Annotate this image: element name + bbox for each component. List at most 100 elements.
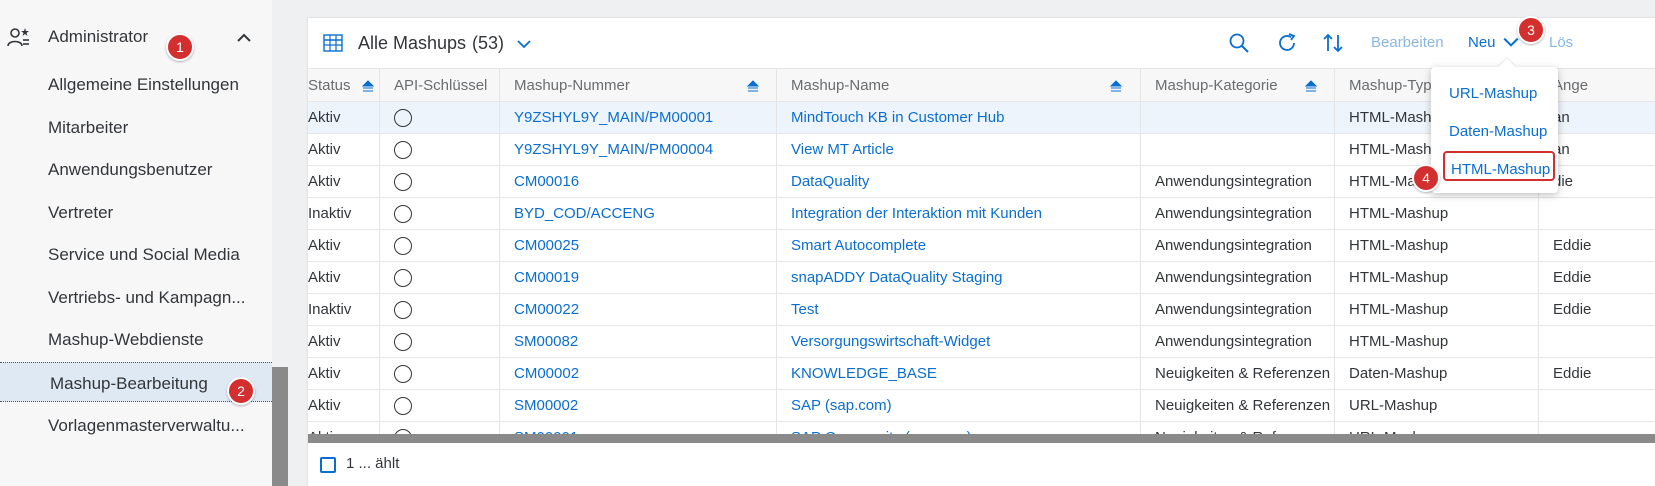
cell-number[interactable]: CM00025	[500, 230, 777, 262]
cell-status: Aktiv	[308, 326, 380, 358]
table-row[interactable]: Aktiv SM00002 SAP (sap.com) Neuigkeiten & R…	[308, 390, 1655, 422]
chevron-up-icon[interactable]	[236, 30, 252, 46]
cell-name[interactable]: Test	[777, 294, 1141, 326]
sidebar-item-mitarbeiter[interactable]: Mitarbeiter	[0, 107, 272, 147]
table-row[interactable]: Aktiv CM00002 KNOWLEDGE_BASE Neuigkeiten & …	[308, 358, 1655, 390]
sidebar-item-vertreter[interactable]: Vertreter	[0, 192, 272, 232]
cell-status: Inaktiv	[308, 294, 380, 326]
cell-number[interactable]: BYD_COD/ACCENG	[500, 198, 777, 230]
api-key-radio[interactable]	[394, 301, 412, 319]
cell-extra	[1539, 198, 1655, 230]
column-label: Mashup-Kategorie	[1155, 77, 1278, 94]
column-header-status[interactable]: Status	[308, 69, 380, 103]
api-key-radio-cell	[380, 294, 500, 326]
sidebar-item-label: Service und Social Media	[48, 245, 240, 264]
cell-number[interactable]: SM00002	[500, 390, 777, 422]
sidebar-item-label: Mashup-Bearbeitung	[50, 374, 208, 393]
annotation-badge: 3	[1517, 16, 1545, 44]
cell-name[interactable]: MindTouch KB in Customer Hub	[777, 102, 1141, 134]
api-key-radio-cell	[380, 102, 500, 134]
sort-icon[interactable]	[1321, 31, 1345, 55]
cell-extra: Eddie	[1553, 365, 1592, 382]
cell-status: Aktiv	[308, 390, 380, 422]
sidebar-item-anwendungsbenutzer[interactable]: Anwendungsbenutzer	[0, 149, 272, 189]
sort-ascending-icon	[746, 80, 760, 92]
cell-category: Anwendungsintegration	[1141, 230, 1335, 262]
cell-category: Anwendungsintegration	[1141, 262, 1335, 294]
table-row[interactable]: Aktiv CM00019 snapADDY DataQuality Staging…	[308, 262, 1655, 294]
cell-type: URL-Mashup	[1335, 390, 1539, 422]
menu-item-html-mashup[interactable]: HTML-Mashup	[1443, 151, 1555, 181]
cell-number[interactable]: Y9ZSHYL9Y_MAIN/PM00004	[500, 134, 777, 166]
menu-item-data-mashup[interactable]: Daten-Mashup	[1431, 113, 1558, 151]
table-row[interactable]: Aktiv SM00082 Versorgungswirtschaft-Widget…	[308, 326, 1655, 358]
view-count: (53)	[472, 33, 505, 53]
api-key-radio[interactable]	[394, 237, 412, 255]
cell-name[interactable]: DataQuality	[777, 166, 1141, 198]
chevron-down-icon[interactable]	[516, 36, 532, 52]
api-key-radio[interactable]	[394, 269, 412, 287]
api-key-radio[interactable]	[394, 365, 412, 383]
sidebar-scrollbar-thumb[interactable]	[272, 367, 288, 486]
new-button[interactable]: Neu	[1468, 34, 1496, 51]
table-row[interactable]: Inaktiv BYD_COD/ACCENG Integration der Int…	[308, 198, 1655, 230]
cell-category: Anwendungsintegration	[1141, 198, 1335, 230]
cell-category: Anwendungsintegration	[1141, 294, 1335, 326]
sidebar-group-header[interactable]: Administrator	[0, 18, 272, 58]
sidebar-item-mashup-webdienste[interactable]: Mashup-Webdienste	[0, 319, 272, 359]
column-header-mashup-name[interactable]: Mashup-Name	[777, 69, 1141, 103]
cell-extra: Eddie	[1553, 301, 1592, 318]
table-row[interactable]: Inaktiv CM00022 Test Anwendungsintegration H…	[308, 294, 1655, 326]
cell-name[interactable]: Versorgungswirtschaft-Widget	[777, 326, 1141, 358]
cell-name[interactable]: SAP (sap.com)	[777, 390, 1141, 422]
edit-button[interactable]: Bearbeiten	[1371, 34, 1444, 51]
cell-name[interactable]: snapADDY DataQuality Staging	[777, 262, 1141, 294]
sidebar-item-label: Vorlagenmasterverwaltu...	[48, 416, 245, 435]
column-header-mashup-category[interactable]: Mashup-Kategorie	[1141, 69, 1335, 103]
table-footer: 1 ... ählt	[308, 443, 1655, 486]
sidebar-item-service-social-media[interactable]: Service und Social Media	[0, 234, 272, 274]
cell-number[interactable]: CM00019	[500, 262, 777, 294]
menu-item-url-mashup[interactable]: URL-Mashup	[1431, 75, 1558, 113]
api-key-radio[interactable]	[394, 333, 412, 351]
cell-name[interactable]: Smart Autocomplete	[777, 230, 1141, 262]
select-checkbox[interactable]	[320, 457, 336, 473]
cell-name[interactable]: KNOWLEDGE_BASE	[777, 358, 1141, 390]
cell-number[interactable]: SM00082	[500, 326, 777, 358]
cell-status: Aktiv	[308, 358, 380, 390]
selection-count-text: 1 ... ählt	[346, 455, 400, 472]
api-key-radio[interactable]	[394, 205, 412, 223]
cell-number[interactable]: CM00002	[500, 358, 777, 390]
column-label: Status	[308, 77, 351, 94]
api-key-radio[interactable]	[394, 109, 412, 127]
sidebar-item-label: Mitarbeiter	[48, 118, 129, 137]
table-row[interactable]: Aktiv CM00025 Smart Autocomplete Anwendungs…	[308, 230, 1655, 262]
sort-ascending-icon	[361, 80, 375, 92]
api-key-radio-cell	[380, 262, 500, 294]
api-key-radio[interactable]	[394, 141, 412, 159]
sidebar-item-allgemeine-einstellungen[interactable]: Allgemeine Einstellungen	[0, 64, 272, 104]
cell-status: Aktiv	[308, 166, 380, 198]
column-label: Mashup-Nummer	[514, 77, 630, 94]
api-key-radio[interactable]	[394, 397, 412, 415]
cell-type: HTML-Mashup	[1335, 326, 1539, 358]
search-icon[interactable]	[1227, 31, 1251, 55]
column-header-mashup-number[interactable]: Mashup-Nummer	[500, 69, 777, 103]
view-title[interactable]: Alle Mashups	[358, 33, 466, 54]
cell-name[interactable]: View MT Article	[777, 134, 1141, 166]
sidebar-item-vorlagenmasterverwaltung[interactable]: Vorlagenmasterverwaltu...	[0, 405, 272, 445]
refresh-icon[interactable]	[1275, 31, 1299, 55]
sidebar-item-vertriebs-kampagnen[interactable]: Vertriebs- und Kampagn...	[0, 277, 272, 317]
delete-button[interactable]: Lös	[1549, 34, 1573, 51]
api-key-radio[interactable]	[394, 173, 412, 191]
cell-number[interactable]: CM00016	[500, 166, 777, 198]
cell-name[interactable]: Integration der Interaktion mit Kunden	[777, 198, 1141, 230]
api-key-radio-cell	[380, 390, 500, 422]
annotation-badge: 2	[227, 377, 255, 405]
column-header-api-key[interactable]: API-Schlüssel	[380, 69, 500, 103]
table-view-icon[interactable]	[322, 32, 344, 54]
cell-extra: Eddie	[1553, 269, 1592, 286]
cell-number[interactable]: CM00022	[500, 294, 777, 326]
annotation-badge: 4	[1412, 164, 1440, 192]
cell-number[interactable]: Y9ZSHYL9Y_MAIN/PM00001	[500, 102, 777, 134]
